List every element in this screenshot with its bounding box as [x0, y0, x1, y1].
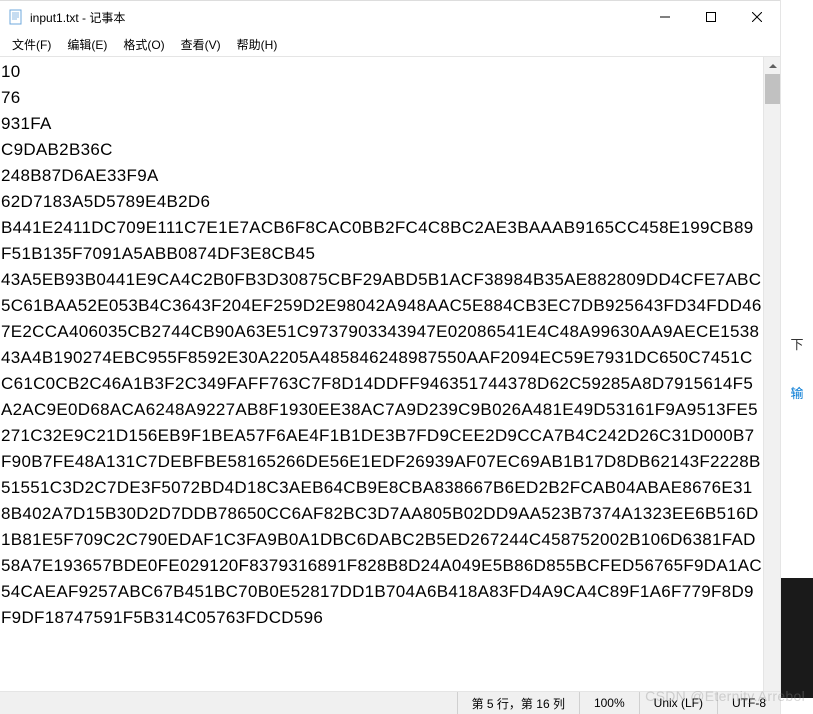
scroll-up-arrow[interactable]: [764, 57, 780, 74]
close-button[interactable]: [734, 1, 780, 33]
menu-file[interactable]: 文件(F): [4, 34, 59, 55]
app-icon: [8, 9, 24, 25]
window-controls: [642, 1, 780, 33]
scroll-thumb[interactable]: [765, 74, 780, 104]
menubar: 文件(F) 编辑(E) 格式(O) 查看(V) 帮助(H): [0, 33, 780, 57]
text-area[interactable]: 10 76 931FA C9DAB2B36C 248B87D6AE33F9A 6…: [0, 57, 763, 691]
statusbar: 第 5 行，第 16 列 100% Unix (LF) UTF-8: [0, 691, 780, 714]
titlebar: input1.txt - 记事本: [0, 1, 780, 33]
right-label-2: 输: [790, 383, 803, 402]
status-cursor: 第 5 行，第 16 列: [457, 692, 579, 714]
menu-view[interactable]: 查看(V): [173, 34, 229, 55]
status-zoom: 100%: [579, 692, 639, 714]
menu-help[interactable]: 帮助(H): [229, 34, 286, 55]
content-wrapper: 10 76 931FA C9DAB2B36C 248B87D6AE33F9A 6…: [0, 57, 780, 691]
menu-format[interactable]: 格式(O): [115, 34, 172, 55]
window-title: input1.txt - 记事本: [30, 9, 642, 26]
status-encoding: UTF-8: [717, 692, 780, 714]
right-side-panel: 下 输: [780, 0, 813, 714]
notepad-window: input1.txt - 记事本 文件(F) 编辑(E) 格式(O) 查看(V)…: [0, 0, 780, 714]
menu-edit[interactable]: 编辑(E): [59, 34, 115, 55]
status-line-ending: Unix (LF): [639, 692, 717, 714]
right-label-1: 下: [790, 334, 803, 353]
maximize-button[interactable]: [688, 1, 734, 33]
right-dark-block: [781, 578, 813, 698]
vertical-scrollbar[interactable]: [763, 57, 780, 691]
minimize-button[interactable]: [642, 1, 688, 33]
